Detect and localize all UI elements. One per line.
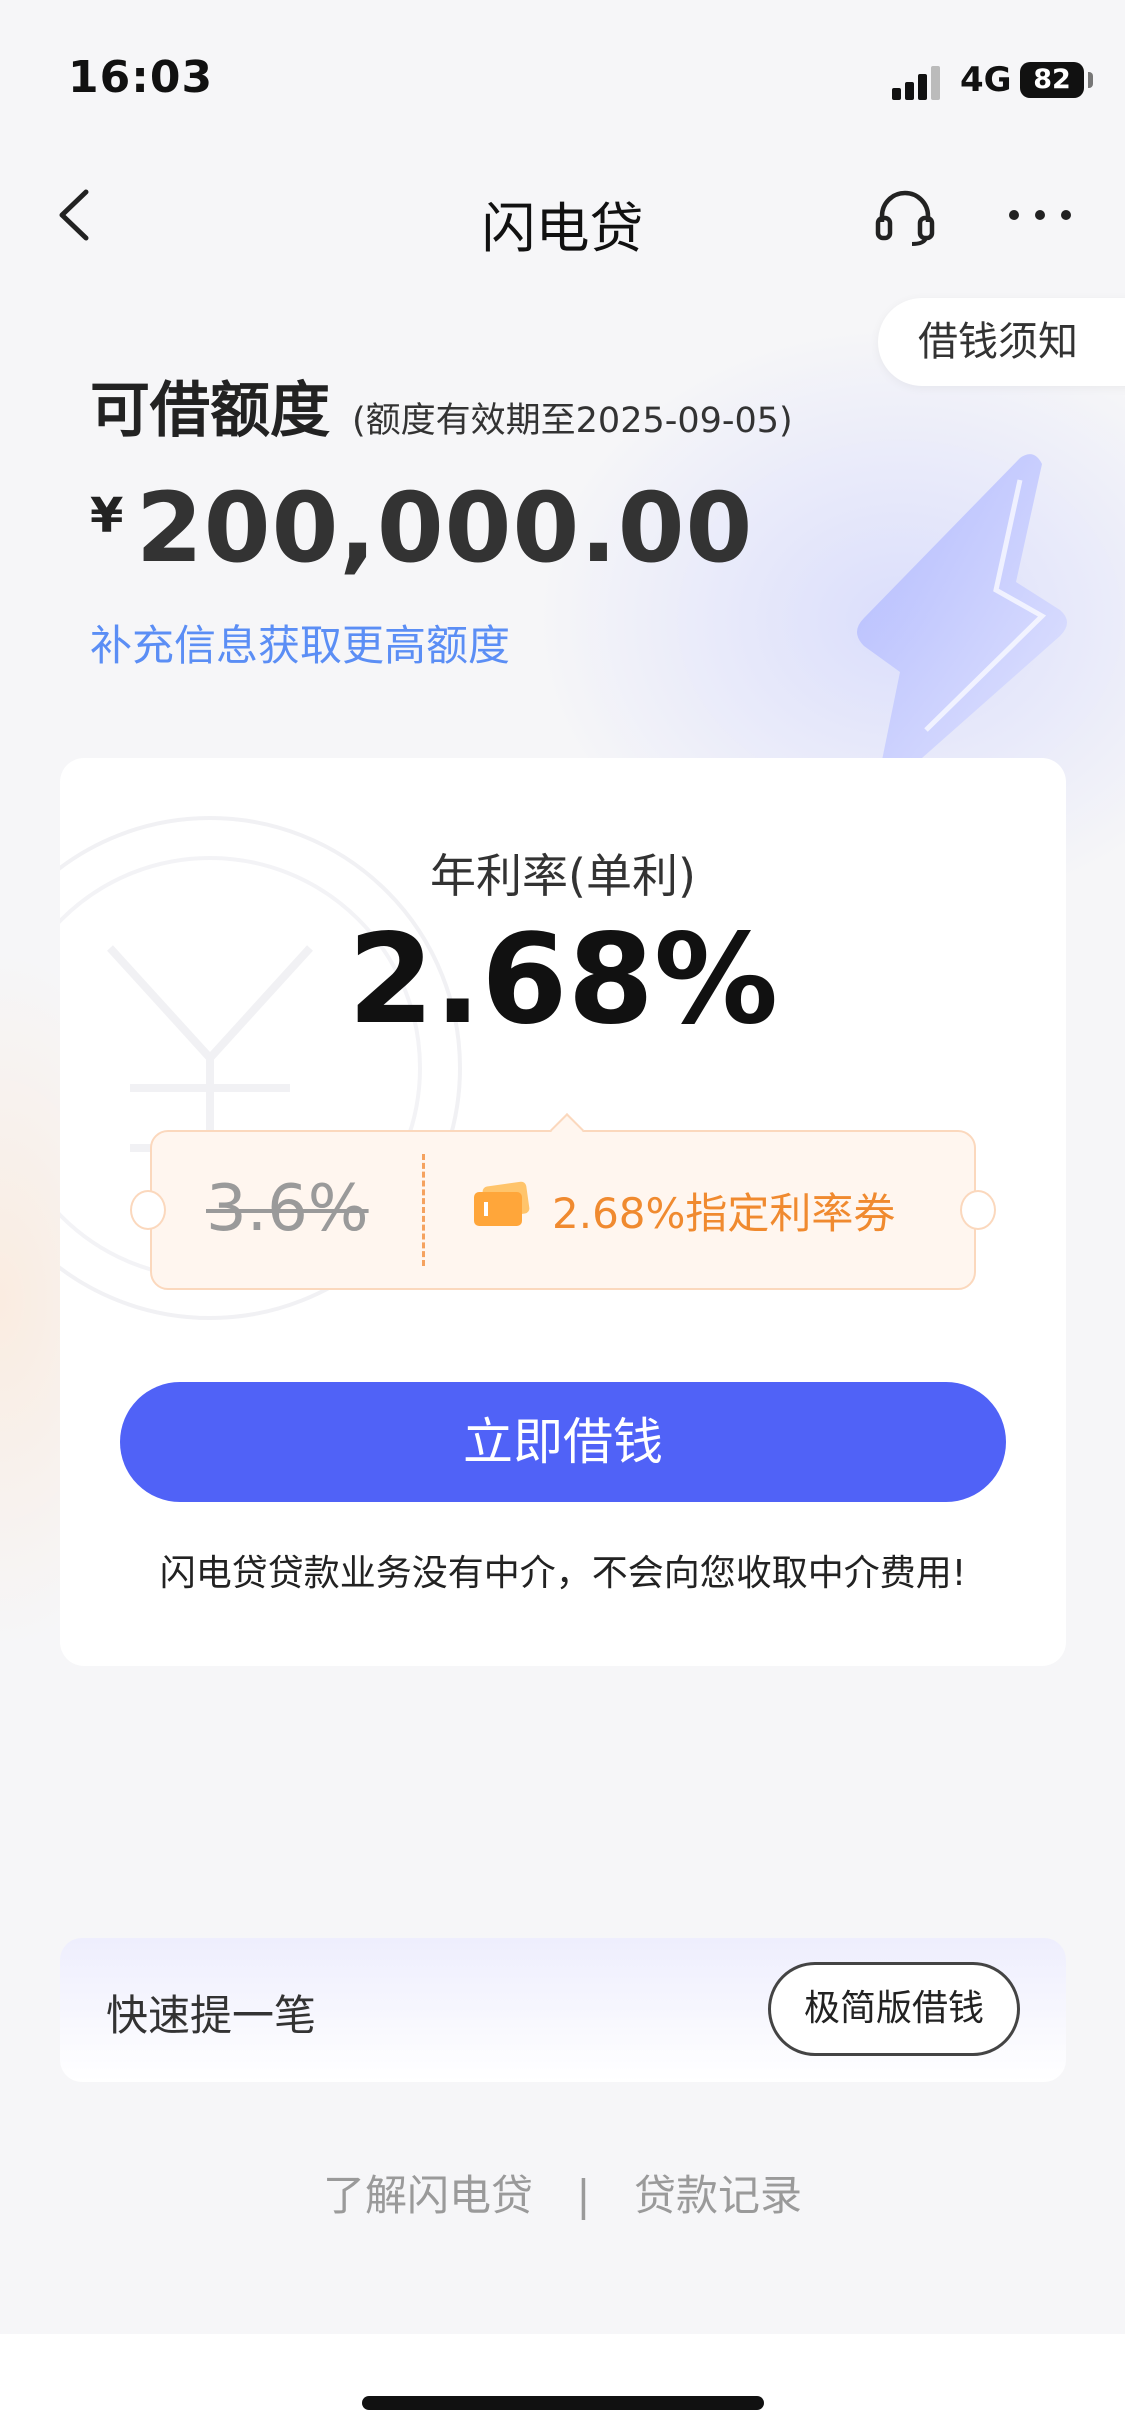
coupon-divider bbox=[422, 1154, 425, 1266]
signal-icon bbox=[892, 66, 944, 100]
no-agent-disclaimer: 闪电贷贷款业务没有中介，不会向您收取中介费用! bbox=[159, 1553, 967, 1594]
nav-bar: 闪电贷 bbox=[0, 160, 1125, 270]
page-title: 闪电贷 bbox=[481, 197, 644, 260]
limit-label: 可借额度 bbox=[90, 376, 330, 446]
increase-limit-link[interactable]: 补充信息获取更高额度 bbox=[90, 612, 510, 673]
annual-rate-value: 2.68% bbox=[347, 908, 779, 1052]
ticket-icon bbox=[474, 1181, 530, 1226]
coupon-notch-right bbox=[960, 1190, 996, 1230]
currency-symbol: ¥ bbox=[90, 488, 124, 544]
home-indicator-area bbox=[0, 2334, 1125, 2436]
headset-icon[interactable] bbox=[872, 186, 938, 248]
coupon-pointer bbox=[550, 1113, 584, 1147]
footer-links: 了解闪电贷 | 贷款记录 bbox=[0, 2162, 1125, 2223]
original-rate: 3.6% bbox=[206, 1172, 369, 1246]
about-link[interactable]: 了解闪电贷 bbox=[323, 2162, 533, 2223]
annual-rate-label: 年利率(单利) bbox=[430, 849, 696, 903]
borrow-now-button[interactable]: 立即借钱 bbox=[120, 1382, 1006, 1502]
network-type: 4G bbox=[960, 60, 1012, 100]
limit-validity: (额度有效期至2025-09-05) bbox=[352, 401, 793, 441]
battery-icon: 82 bbox=[1020, 62, 1084, 98]
loan-records-link[interactable]: 贷款记录 bbox=[634, 2162, 802, 2223]
footer-separator: | bbox=[576, 2171, 591, 2220]
battery-tip bbox=[1088, 72, 1093, 88]
rate-coupon[interactable]: 3.6% 2.68%指定利率券 bbox=[130, 1113, 996, 1290]
home-indicator[interactable] bbox=[362, 2396, 764, 2410]
borrow-notice-button[interactable]: 借钱须知 bbox=[878, 298, 1125, 386]
coupon-notch-left bbox=[130, 1190, 166, 1230]
status-bar: 16:03 4G 82 bbox=[0, 0, 1125, 150]
quick-borrow-title: 快速提一笔 bbox=[106, 1991, 317, 2040]
lightning-bolt-icon bbox=[857, 454, 1067, 770]
coupon-text: 2.68%指定利率券 bbox=[552, 1189, 896, 1238]
simple-borrow-button[interactable]: 极简版借钱 bbox=[768, 1962, 1020, 2056]
quick-borrow-bar: 快速提一笔 极简版借钱 bbox=[60, 1938, 1066, 2082]
limit-amount: 200,000.00 bbox=[136, 472, 754, 584]
more-icon[interactable] bbox=[1004, 190, 1076, 240]
loan-rate-card: 年利率(单利) 2.68% 3.6% 2.68%指定利率券 立即借钱 闪电贷贷款… bbox=[60, 758, 1066, 1666]
status-time: 16:03 bbox=[68, 52, 214, 103]
